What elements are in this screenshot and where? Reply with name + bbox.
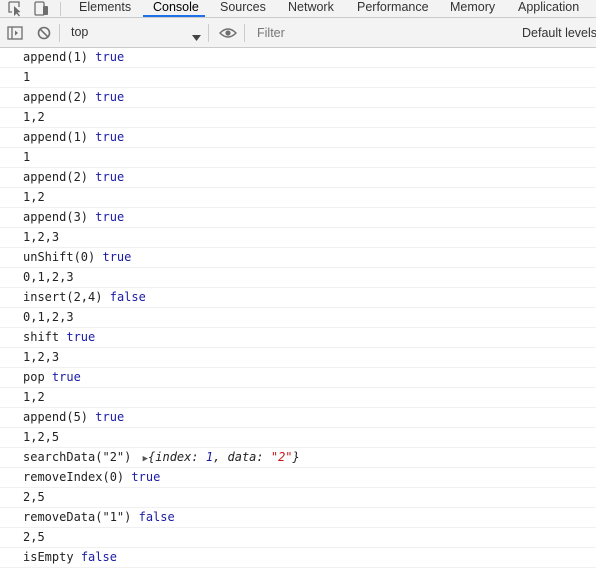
filter-input[interactable] [257,24,507,41]
console-message-text: pop [23,370,45,384]
filter-box [249,22,512,43]
console-message-text: isEmpty [23,550,74,564]
console-toolbar: top Default levels [0,18,596,48]
chevron-down-icon [192,29,201,47]
console-return-value: true [66,330,96,344]
console-message: append(5) true [0,408,596,428]
console-message-text: append(1) [23,50,89,64]
console-return-value: true [95,90,125,104]
console-message-text: 1,2,5 [23,430,60,444]
tab-sources[interactable]: Sources [220,0,266,17]
console-return-value: false [138,510,175,524]
console-message-text: append(5) [23,410,89,424]
console-message: pop true [0,368,596,388]
console-return-value: true [95,170,125,184]
console-message-text: 1,2 [23,190,45,204]
console-message: 1,2,3 [0,228,596,248]
log-levels-dropdown[interactable]: Default levels [522,26,596,40]
console-message: append(3) true [0,208,596,228]
console-message-text: removeData("1") [23,510,132,524]
clear-console-icon[interactable] [36,25,52,41]
console-message: 2,5 [0,488,596,508]
console-message-text: insert(2,4) [23,290,103,304]
console-message: searchData("2") ▶{index: 1, data: "2"} [0,448,596,468]
toolbar-divider [208,24,209,42]
console-message-text: shift [23,330,60,344]
console-message-text: append(1) [23,130,89,144]
console-message-text: 0,1,2,3 [23,270,74,284]
console-message: append(2) true [0,88,596,108]
inspect-element-icon[interactable] [3,0,25,17]
console-return-value: true [131,470,161,484]
console-return-value: false [80,550,117,564]
console-message-text: append(2) [23,90,89,104]
console-message: insert(2,4) false [0,288,596,308]
console-message: 0,1,2,3 [0,268,596,288]
console-message-text: unShift(0) [23,250,96,264]
console-message: 2,5 [0,528,596,548]
console-message: 1,2 [0,388,596,408]
console-message: 0,1,2,3 [0,308,596,328]
tab-performance[interactable]: Performance [357,0,429,17]
console-message: removeIndex(0) true [0,468,596,488]
console-message-text: append(2) [23,170,89,184]
console-return-value: true [51,370,81,384]
console-message-text: 1 [23,150,31,164]
console-message-text: append(3) [23,210,89,224]
tab-network[interactable]: Network [288,0,334,17]
console-message-text: 1,2 [23,110,45,124]
console-message: 1,2 [0,188,596,208]
console-message-text: searchData("2") [23,450,132,464]
console-return-value: true [95,410,125,424]
console-return-value: true [95,130,125,144]
console-return-value: false [109,290,146,304]
object-index-value: 1 [205,450,214,464]
console-message: unShift(0) true [0,248,596,268]
console-sidebar-icon[interactable] [7,25,23,41]
context-selector[interactable]: top [61,22,207,43]
console-message-text: 2,5 [23,490,45,504]
active-tab-indicator [143,15,205,17]
tab-bar-divider [60,2,61,16]
console-log: append(1) true 1 append(2) true 1,2 append(1… [0,48,596,577]
object-data-value: "2" [270,450,293,464]
console-message-text: 2,5 [23,530,45,544]
console-message: 1,2,3 [0,348,596,368]
console-message-text: removeIndex(0) [23,470,125,484]
console-message-text: 1,2 [23,390,45,404]
console-message-text: 1,2,3 [23,230,60,244]
console-message-text: 1 [23,70,31,84]
console-message-text: 1,2,3 [23,350,60,364]
tab-application[interactable]: Application [518,0,579,17]
console-message: shift true [0,328,596,348]
console-message: 1,2,5 [0,428,596,448]
toolbar-divider [59,24,60,42]
console-return-value: true [102,250,132,264]
live-expression-eye-icon[interactable] [219,25,237,41]
object-preview[interactable]: {index: 1, data: "2"} [148,450,300,464]
console-message: isEmpty false [0,548,596,568]
console-message: 1 [0,68,596,88]
console-message-text: 0,1,2,3 [23,310,74,324]
console-return-value: true [95,210,125,224]
console-message: 1 [0,148,596,168]
console-message: append(1) true [0,48,596,68]
devtools-tab-bar: Elements Console Sources Network Perform… [0,0,596,18]
console-message: 1,2 [0,108,596,128]
toolbar-divider [244,24,245,42]
console-message: append(1) true [0,128,596,148]
tab-elements[interactable]: Elements [79,0,131,17]
console-message: removeData("1") false [0,508,596,528]
console-return-value: true [95,50,125,64]
device-toolbar-icon[interactable] [31,0,53,17]
console-message: append(2) true [0,168,596,188]
context-label: top [71,25,89,39]
tab-memory[interactable]: Memory [450,0,495,17]
